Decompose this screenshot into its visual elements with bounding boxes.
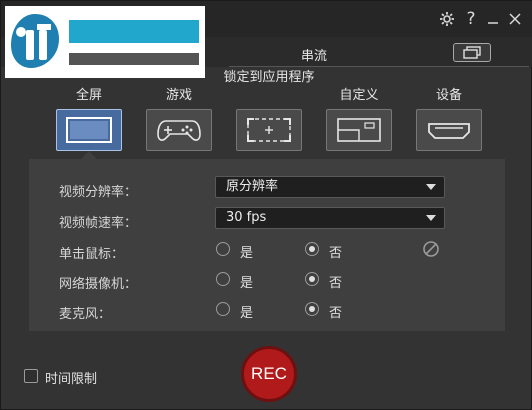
logo-bar-top xyxy=(69,20,199,43)
mode-device-button[interactable] xyxy=(416,109,482,151)
mode-label-game: 游戏 xyxy=(165,88,192,103)
active-mode-pointer xyxy=(81,151,97,159)
mode-label-fullscreen: 全屏 xyxy=(75,88,102,103)
hdmi-device-icon xyxy=(428,123,470,139)
app-logo xyxy=(5,6,205,78)
microphone-no-label: 否 xyxy=(329,306,343,321)
mode-label-device: 设备 xyxy=(435,88,462,103)
webcam-label: 网络摄像机： xyxy=(59,277,138,292)
help-icon[interactable]: ? xyxy=(461,9,481,29)
framerate-value: 30 fps xyxy=(226,210,267,225)
resolution-select[interactable]: 原分辨率 xyxy=(215,176,445,198)
capture-window: ? 串流 全屏 游戏 锁定到应用程序 自定义 设备 视频分辨率： 原分辨率 视频… xyxy=(0,0,532,410)
custom-region-icon xyxy=(337,118,381,142)
microphone-yes-radio[interactable] xyxy=(216,302,230,316)
microphone-label: 麦克风： xyxy=(59,307,112,322)
framerate-label: 视频帧速率： xyxy=(59,216,138,231)
minimize-icon[interactable] xyxy=(483,9,503,29)
webcam-yes-label: 是 xyxy=(240,276,254,291)
lock-app-icon xyxy=(247,118,291,142)
mouse-click-yes-label: 是 xyxy=(240,246,254,261)
fullscreen-icon xyxy=(66,117,112,143)
tab-stream-label: 串流 xyxy=(301,49,328,64)
mouse-click-no-label: 否 xyxy=(329,246,343,261)
webcam-yes-radio[interactable] xyxy=(216,272,230,286)
mouse-click-yes-radio[interactable] xyxy=(216,242,230,256)
microphone-no-radio[interactable] xyxy=(305,302,319,316)
webcam-no-radio[interactable] xyxy=(305,272,319,286)
mouse-click-no-radio[interactable] xyxy=(305,242,319,256)
mode-label-lock-app: 锁定到应用程序 xyxy=(223,70,315,85)
mode-label-custom: 自定义 xyxy=(339,88,379,103)
close-icon[interactable] xyxy=(505,9,525,29)
webcam-no-label: 否 xyxy=(329,276,343,291)
mode-lock-app-button[interactable] xyxy=(236,109,302,151)
logo-mark-icon xyxy=(11,14,59,68)
gamepad-icon xyxy=(157,120,201,141)
mode-custom-button[interactable] xyxy=(326,109,392,151)
prohibited-icon[interactable] xyxy=(422,240,440,258)
chevron-down-icon xyxy=(426,184,436,190)
time-limit-label: 时间限制 xyxy=(45,372,98,387)
resolution-label: 视频分辨率： xyxy=(59,185,138,200)
logo-bar-bottom xyxy=(69,53,199,65)
microphone-yes-label: 是 xyxy=(240,306,254,321)
time-limit-checkbox[interactable] xyxy=(24,369,38,383)
framerate-select[interactable]: 30 fps xyxy=(215,207,445,229)
gear-icon[interactable] xyxy=(437,9,457,29)
chevron-down-icon xyxy=(426,215,436,221)
rec-button[interactable]: REC xyxy=(241,346,297,402)
mode-game-button[interactable] xyxy=(146,109,212,151)
mouse-click-label: 单击鼠标： xyxy=(59,247,125,262)
resolution-value: 原分辨率 xyxy=(226,179,279,194)
screens-icon[interactable] xyxy=(453,43,491,62)
mode-fullscreen-button[interactable] xyxy=(56,109,122,151)
